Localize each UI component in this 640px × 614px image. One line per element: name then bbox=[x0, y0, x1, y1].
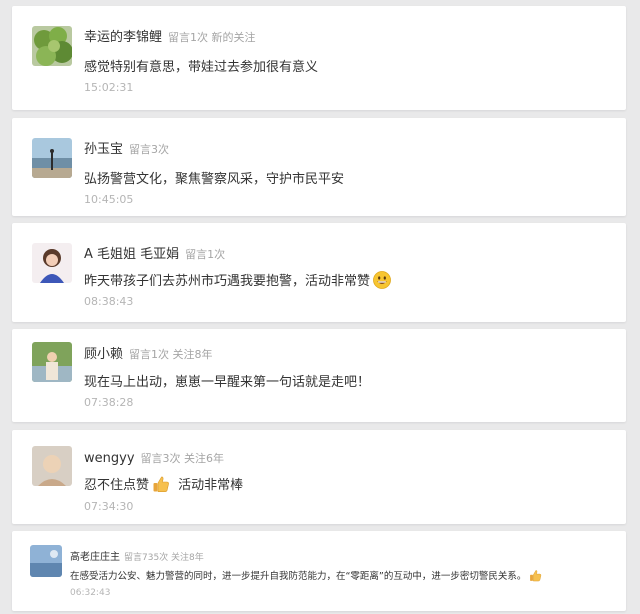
commenter-stats: 留言3次 bbox=[129, 143, 170, 156]
commenter-stats: 留言735次 关注8年 bbox=[124, 553, 204, 563]
commenter-name[interactable]: 顾小赖 bbox=[84, 347, 123, 362]
avatar[interactable] bbox=[32, 342, 72, 382]
comment-time: 07:38:28 bbox=[84, 396, 134, 409]
comment-header: A 毛姐姐 毛亚娟 留言1次 bbox=[84, 243, 225, 262]
avatar[interactable] bbox=[30, 545, 62, 577]
comment-header: wengyy 留言3次 关注6年 bbox=[84, 447, 224, 466]
comment-header: 幸运的李锦鲤 留言1次 新的关注 bbox=[84, 26, 256, 45]
commenter-name[interactable]: 孙玉宝 bbox=[84, 142, 123, 157]
comment-text: 现在马上出动，崽崽一早醒来第一句话就是走吧！ bbox=[84, 375, 371, 390]
comment-time: 07:34:30 bbox=[84, 500, 134, 513]
thumbs-up-icon bbox=[529, 569, 542, 585]
comment-header: 孙玉宝 留言3次 bbox=[84, 138, 169, 157]
comment-time: 06:32:43 bbox=[70, 588, 111, 598]
comment-card: A 毛姐姐 毛亚娟 留言1次 昨天带孩子们去苏州市巧遇我要抱警，活动非常赞 08:… bbox=[12, 223, 626, 322]
commenter-stats: 留言1次 新的关注 bbox=[168, 31, 256, 44]
thumbs-up-icon bbox=[152, 475, 170, 497]
commenter-stats: 留言1次 关注8年 bbox=[129, 348, 213, 361]
comment-text: 弘扬警营文化，聚焦警察风采，守护市民平安 bbox=[84, 172, 345, 187]
commenter-stats: 留言3次 关注6年 bbox=[140, 452, 225, 465]
comment-text: 在感受活力公安、魅力警营的同时，进一步提升自我防范能力，在“零距离”的互动中，进… bbox=[70, 568, 542, 585]
comment-time: 10:45:05 bbox=[84, 193, 134, 206]
comment-header: 高老庄庄主 留言735次 关注8年 bbox=[70, 545, 204, 564]
grinning-face-icon bbox=[373, 270, 391, 293]
comment-list: 幸运的李锦鲤 留言1次 新的关注 感觉特别有意思，带娃过去参加很有意义 15:02… bbox=[0, 0, 640, 614]
comment-text: 感觉特别有意思，带娃过去参加很有意义 bbox=[84, 60, 319, 75]
comment-card: 顾小赖 留言1次 关注8年 现在马上出动，崽崽一早醒来第一句话就是走吧！ 07:3… bbox=[12, 329, 626, 422]
comment-card: wengyy 留言3次 关注6年 忍不住点赞 活动非常棒 07:34:30 bbox=[12, 430, 626, 524]
commenter-name[interactable]: wengyy bbox=[84, 451, 135, 466]
comment-time: 15:02:31 bbox=[84, 81, 134, 94]
comment-card: 孙玉宝 留言3次 弘扬警营文化，聚焦警察风采，守护市民平安 10:45:05 bbox=[12, 118, 626, 216]
comment-card: 高老庄庄主 留言735次 关注8年 在感受活力公安、魅力警营的同时，进一步提升自我… bbox=[12, 531, 626, 611]
comment-card: 幸运的李锦鲤 留言1次 新的关注 感觉特别有意思，带娃过去参加很有意义 15:02… bbox=[12, 6, 626, 110]
avatar[interactable] bbox=[32, 243, 72, 283]
comment-text: 忍不住点赞 活动非常棒 bbox=[84, 474, 243, 497]
avatar[interactable] bbox=[32, 26, 72, 66]
avatar[interactable] bbox=[32, 446, 72, 486]
comment-text: 昨天带孩子们去苏州市巧遇我要抱警，活动非常赞 bbox=[84, 270, 391, 293]
commenter-stats: 留言1次 bbox=[185, 248, 226, 261]
commenter-name[interactable]: 幸运的李锦鲤 bbox=[84, 30, 162, 45]
comment-header: 顾小赖 留言1次 关注8年 bbox=[84, 343, 213, 362]
commenter-name[interactable]: A 毛姐姐 毛亚娟 bbox=[84, 247, 179, 262]
commenter-name[interactable]: 高老庄庄主 bbox=[70, 552, 120, 563]
avatar[interactable] bbox=[32, 138, 72, 178]
comment-time: 08:38:43 bbox=[84, 295, 134, 308]
